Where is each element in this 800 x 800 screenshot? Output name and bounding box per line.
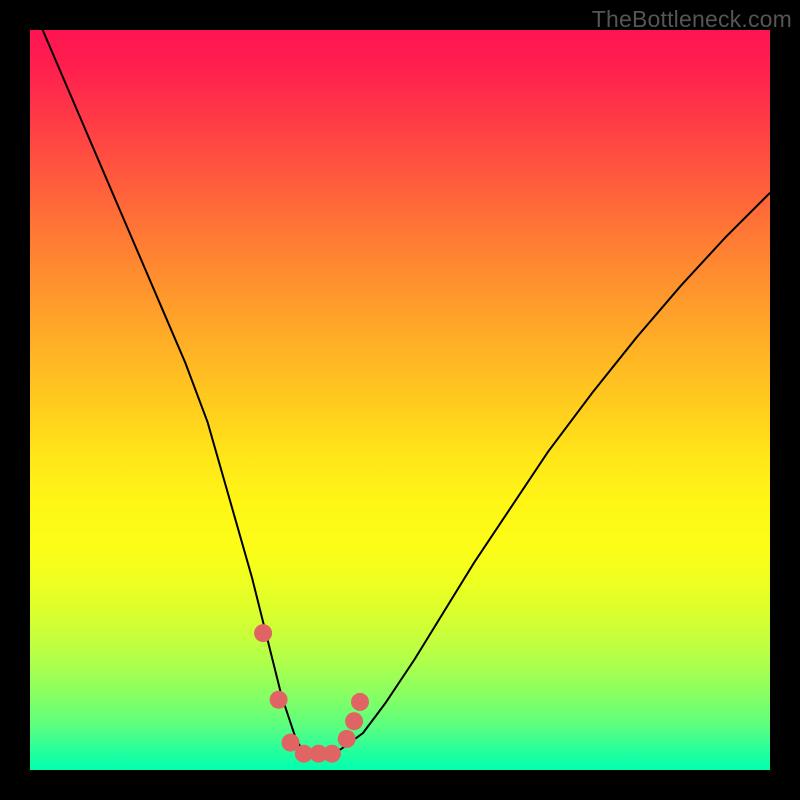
dot-marker bbox=[254, 624, 272, 642]
chart-frame: TheBottleneck.com bbox=[0, 0, 800, 800]
dot-marker bbox=[338, 730, 356, 748]
dot-marker bbox=[323, 745, 341, 763]
bottleneck-curve bbox=[30, 30, 770, 755]
curve-svg bbox=[30, 30, 770, 770]
watermark-text: TheBottleneck.com bbox=[592, 6, 792, 33]
gradient-plot-area bbox=[30, 30, 770, 770]
dot-marker bbox=[351, 693, 369, 711]
dot-marker bbox=[270, 691, 288, 709]
dot-marker bbox=[345, 712, 363, 730]
dot-markers bbox=[254, 624, 369, 763]
